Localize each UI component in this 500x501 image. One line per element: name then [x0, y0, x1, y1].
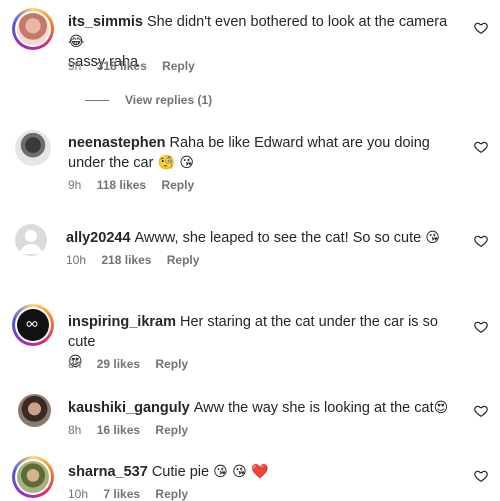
reply-button[interactable]: Reply [167, 253, 200, 267]
default-avatar-icon [19, 230, 43, 254]
heart-icon[interactable] [474, 320, 488, 334]
likes-count[interactable]: 29 likes [97, 357, 140, 371]
avatar[interactable] [18, 394, 51, 427]
comment-username[interactable]: ally20244 [66, 230, 131, 246]
comment-text: sharna_537 Cutie pie 😘 😘 ❤️ [68, 464, 269, 480]
divider [85, 100, 109, 102]
heart-icon[interactable] [474, 234, 488, 248]
emoji: 😍 [433, 400, 449, 416]
comment-time: 10h [66, 253, 87, 267]
heart-icon[interactable] [474, 404, 488, 418]
comment-username[interactable]: inspiring_ikram [68, 314, 176, 330]
comment-text: kaushiki_ganguly Aww the way she is looki… [68, 400, 449, 416]
comment-meta: 9h 118 likes Reply [68, 178, 206, 192]
comment-time: 9h [68, 59, 82, 73]
comment-username[interactable]: kaushiki_ganguly [68, 400, 190, 416]
likes-count[interactable]: 7 likes [103, 487, 140, 501]
emoji: 🧐 😘 [157, 155, 194, 171]
reply-button[interactable]: Reply [155, 357, 188, 371]
comment-time: 10h [68, 487, 89, 501]
avatar[interactable] [12, 456, 54, 498]
heart-icon[interactable] [474, 21, 488, 35]
comment-text: ally20244 Awww, she leaped to see the cat… [66, 230, 440, 246]
reply-button[interactable]: Reply [162, 59, 195, 73]
likes-count[interactable]: 16 likes [97, 423, 140, 437]
avatar[interactable] [12, 304, 54, 346]
comment-meta: 8h 16 likes Reply [68, 423, 200, 437]
reply-button[interactable]: Reply [155, 423, 188, 437]
avatar[interactable] [15, 130, 51, 166]
reply-button[interactable]: Reply [161, 178, 194, 192]
comment-username[interactable]: sharna_537 [68, 464, 148, 480]
comment-text: neenastephen Raha be like Edward what are… [68, 135, 430, 171]
comment-time: 8h [68, 357, 82, 371]
view-replies-button[interactable]: View replies (1) [85, 93, 212, 107]
reply-button[interactable]: Reply [155, 487, 188, 501]
infinity-icon [26, 321, 38, 327]
likes-count[interactable]: 318 likes [97, 59, 147, 73]
comment-time: 9h [68, 178, 82, 192]
comment-username[interactable]: neenastephen [68, 135, 166, 151]
comment-time: 8h [68, 423, 82, 437]
heart-icon[interactable] [474, 469, 488, 483]
heart-icon[interactable] [474, 140, 488, 154]
emoji: 😘 [425, 230, 440, 246]
emoji: 😂 [68, 34, 85, 50]
comment-meta: 10h 218 likes Reply [66, 253, 211, 267]
avatar[interactable] [12, 8, 54, 50]
likes-count[interactable]: 118 likes [97, 178, 146, 192]
comment-meta: 9h 318 likes Reply [68, 59, 207, 73]
comment-username[interactable]: its_simmis [68, 14, 143, 30]
avatar[interactable] [15, 224, 47, 256]
comment-meta: 8h 29 likes Reply [68, 357, 200, 371]
likes-count[interactable]: 218 likes [101, 253, 151, 267]
comment-meta: 10h 7 likes Reply [68, 487, 200, 501]
emoji: 😘 😘 ❤️ [213, 464, 269, 480]
